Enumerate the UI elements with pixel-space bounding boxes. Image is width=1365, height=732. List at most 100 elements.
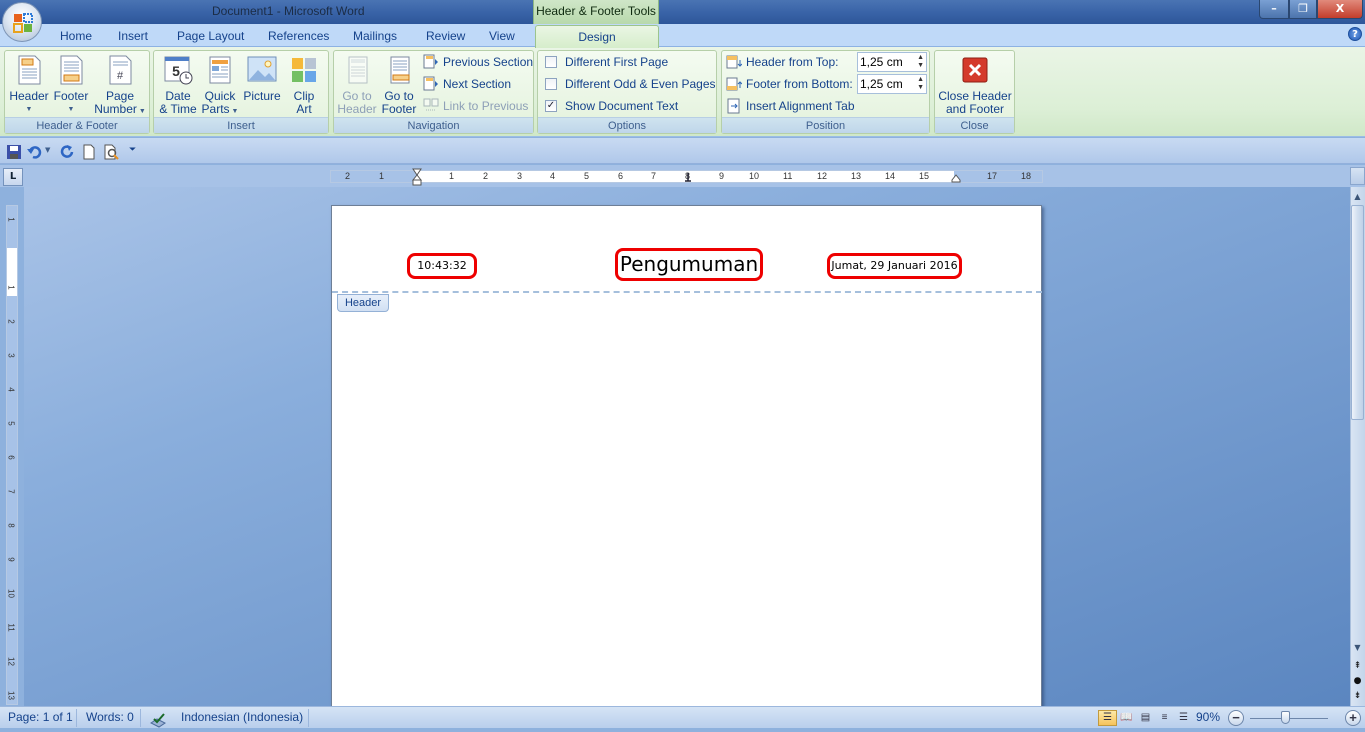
checkbox-unchecked[interactable] — [545, 55, 557, 68]
dropdown-arrow-icon: ▼ — [67, 106, 75, 113]
save-icon[interactable] — [6, 144, 22, 160]
different-odd-even-checkbox[interactable]: Different Odd & Even Pages — [545, 75, 716, 93]
proofing-icon[interactable] — [149, 710, 167, 732]
go-to-footer-label-2: Footer — [381, 102, 417, 116]
zoom-slider-thumb[interactable] — [1280, 711, 1290, 724]
clip-art-button[interactable]: Clip Art — [286, 54, 322, 116]
web-layout-button[interactable]: ▤ — [1136, 710, 1155, 726]
group-label: Position — [722, 117, 929, 133]
center-tab-stop-icon[interactable] — [684, 171, 692, 183]
print-preview-icon[interactable] — [103, 144, 119, 160]
language-indicator[interactable]: Indonesian (Indonesia) — [181, 707, 303, 729]
minimize-button[interactable]: – — [1259, 0, 1289, 19]
tab-view[interactable]: View — [489, 26, 515, 46]
zoom-level[interactable]: 90% — [1196, 707, 1220, 729]
undo-dropdown-icon[interactable]: ▼ — [45, 146, 50, 154]
scroll-thumb[interactable] — [1351, 205, 1364, 420]
tab-insert[interactable]: Insert — [118, 26, 148, 46]
group-navigation: Go to Header Go to Footer Previous Secti… — [333, 50, 534, 134]
restore-button[interactable]: ❐ — [1289, 0, 1317, 19]
different-first-page-label: Different First Page — [565, 55, 669, 69]
indent-marker-icon[interactable] — [412, 168, 422, 186]
go-to-header-button[interactable]: Go to Header — [337, 54, 377, 116]
tab-design[interactable]: Design — [535, 25, 659, 48]
outline-view-button[interactable]: ≡ — [1155, 710, 1174, 726]
ruler-number: 15 — [919, 171, 930, 181]
footer-from-bottom-input[interactable]: 1,25 cm ▲ ▼ — [857, 74, 927, 94]
next-page-icon[interactable]: ⇟ — [1351, 690, 1364, 702]
ruler-number: 2 — [483, 171, 489, 181]
link-to-previous-button[interactable]: Link to Previous — [423, 97, 528, 115]
quick-access-toolbar — [0, 138, 1365, 164]
close-red-x-icon — [959, 54, 991, 86]
ruler-number: 11 — [6, 623, 16, 632]
footer-icon — [55, 54, 87, 86]
tab-home[interactable]: Home — [60, 26, 92, 46]
new-document-icon[interactable] — [81, 144, 97, 160]
document-page[interactable]: 10:43:32 Pengumuman Jumat, 29 Januari 20… — [331, 205, 1042, 708]
close-window-button[interactable]: X — [1317, 0, 1363, 19]
group-close: Close Header and Footer Close — [934, 50, 1015, 134]
word-count[interactable]: Words: 0 — [86, 707, 134, 729]
header-button[interactable]: Header ▼ — [9, 54, 49, 116]
previous-section-icon — [423, 54, 438, 69]
previous-section-button[interactable]: Previous Section — [423, 53, 533, 71]
footer-from-bottom-value: 1,25 cm — [860, 77, 903, 91]
office-button[interactable] — [2, 2, 42, 42]
scroll-down-arrow-icon[interactable]: ▼ — [1351, 642, 1364, 654]
zoom-in-button[interactable]: + — [1345, 710, 1361, 726]
previous-page-icon[interactable]: ⇞ — [1351, 660, 1364, 672]
dropdown-arrow-icon: ▼ — [136, 108, 146, 115]
go-to-footer-button[interactable]: Go to Footer — [379, 54, 419, 116]
header-from-top-label-row: Header from Top: — [726, 53, 839, 71]
header-time-field[interactable]: 10:43:32 — [407, 253, 477, 279]
spin-arrows-icon[interactable]: ▲ ▼ — [917, 76, 924, 92]
ruler-number: 2 — [6, 319, 16, 324]
tab-page-layout[interactable]: Page Layout — [177, 26, 244, 46]
show-document-text-checkbox[interactable]: ✓ Show Document Text — [545, 97, 678, 115]
draft-view-button[interactable]: ☰ — [1174, 710, 1193, 726]
horizontal-ruler[interactable]: 2 1 1 2 3 4 5 6 7 8 9 10 11 12 13 14 15 … — [330, 168, 1043, 186]
header-date-field[interactable]: Jumat, 29 Januari 2016 — [827, 253, 962, 279]
go-to-header-label-2: Header — [337, 102, 377, 116]
ruler-number: 4 — [550, 171, 556, 181]
view-ruler-toggle[interactable] — [1350, 167, 1365, 185]
scroll-up-arrow-icon[interactable]: ▲ — [1351, 190, 1364, 204]
full-screen-reading-button[interactable]: 📖 — [1117, 710, 1136, 726]
link-to-previous-label: Link to Previous — [443, 99, 529, 113]
right-indent-marker-icon[interactable] — [951, 174, 961, 183]
ruler-number: 7 — [651, 171, 657, 181]
picture-button[interactable]: Picture — [242, 54, 282, 103]
footer-button[interactable]: Footer ▼ — [51, 54, 91, 116]
spin-arrows-icon[interactable]: ▲ ▼ — [917, 54, 924, 70]
next-section-button[interactable]: Next Section — [423, 75, 511, 93]
date-time-button[interactable]: 5 Date & Time — [158, 54, 198, 116]
tab-mailings[interactable]: Mailings — [353, 26, 397, 46]
ruler-number: 18 — [1021, 171, 1032, 181]
page-number-button[interactable]: # Page Number ▼ — [93, 54, 147, 118]
zoom-out-button[interactable]: − — [1228, 710, 1244, 726]
group-options: Different First Page Different Odd & Eve… — [537, 50, 717, 134]
close-header-footer-button[interactable]: Close Header and Footer — [937, 54, 1013, 116]
select-browse-object-icon[interactable]: ● — [1351, 675, 1364, 687]
page-count[interactable]: Page: 1 of 1 — [8, 707, 73, 729]
checkbox-unchecked[interactable] — [545, 77, 557, 90]
ruler-number: 13 — [851, 171, 862, 181]
tab-selector[interactable]: L — [3, 168, 23, 186]
redo-icon[interactable] — [59, 144, 75, 160]
customize-qat-icon[interactable]: ⏷ — [129, 145, 136, 155]
different-first-page-checkbox[interactable]: Different First Page — [545, 53, 668, 71]
tab-review[interactable]: Review — [426, 26, 465, 46]
checkbox-checked[interactable]: ✓ — [545, 99, 557, 112]
ruler-number: 2 — [345, 171, 351, 181]
tab-references[interactable]: References — [268, 26, 329, 46]
help-icon[interactable]: ? — [1348, 27, 1362, 41]
quick-parts-button[interactable]: Quick Parts ▼ — [200, 54, 240, 118]
print-layout-view-button[interactable]: ☰ — [1098, 710, 1117, 726]
insert-alignment-tab-button[interactable]: Insert Alignment Tab — [726, 97, 855, 115]
quick-parts-label-2: Parts — [201, 102, 230, 116]
undo-icon[interactable] — [27, 144, 43, 160]
header-title-text[interactable]: Pengumuman — [615, 248, 763, 281]
footer-label: Footer — [53, 89, 89, 103]
header-from-top-input[interactable]: 1,25 cm ▲ ▼ — [857, 52, 927, 72]
